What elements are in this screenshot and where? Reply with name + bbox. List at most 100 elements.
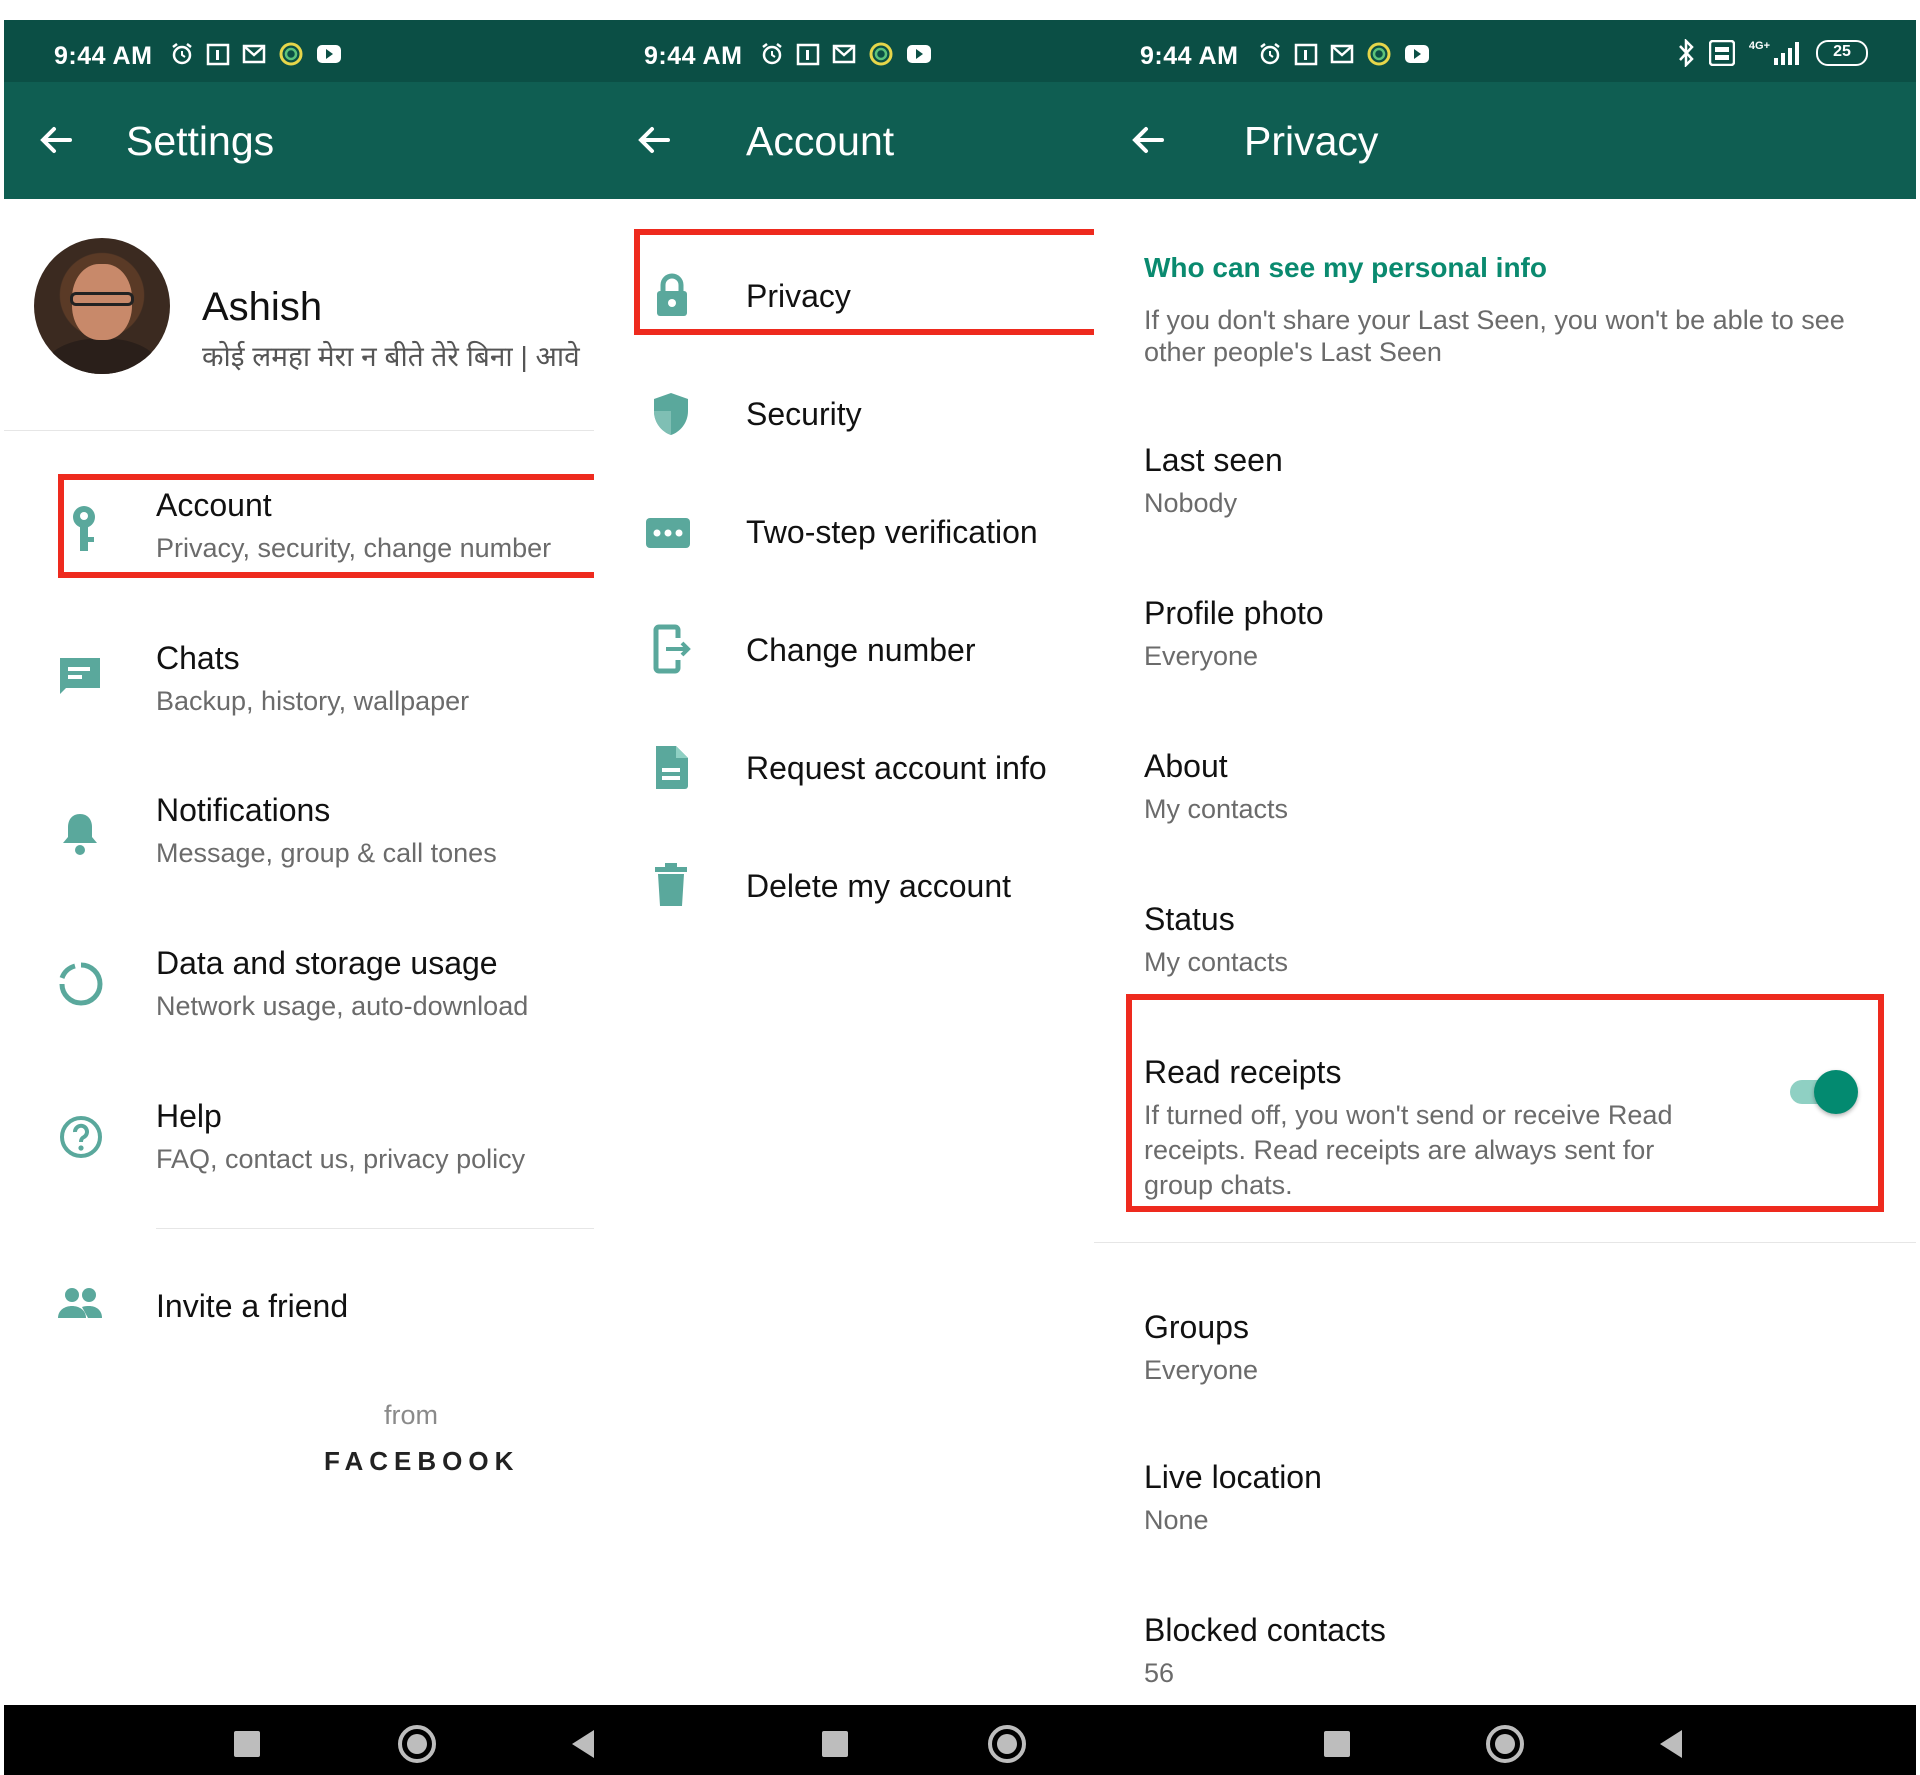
privacy-item-value: My contacts [1144, 794, 1289, 824]
youtube-icon [907, 45, 931, 63]
read-receipts-desc-line1: If turned off, you won't send or receive… [1144, 1100, 1673, 1130]
privacy-item-value: Everyone [1144, 641, 1259, 671]
settings-item-chats[interactable]: Chats Backup, history, wallpaper [4, 628, 594, 738]
avatar[interactable] [34, 238, 170, 374]
system-status-icons: 4G+ 25 [1677, 39, 1868, 67]
chat-icon [60, 658, 100, 694]
gmail-icon [1330, 44, 1354, 64]
account-item-label: Delete my account [746, 868, 1012, 904]
home-button[interactable] [1486, 1725, 1524, 1763]
privacy-item-last-seen[interactable]: Last seen Nobody [1094, 430, 1916, 550]
settings-item-sub: Privacy, security, change number [156, 533, 552, 563]
settings-item-invite[interactable]: Invite a friend [4, 1260, 594, 1360]
circle-app-icon [869, 42, 893, 66]
back-arrow-icon[interactable] [36, 120, 76, 160]
settings-item-sub: Message, group & call tones [156, 838, 497, 868]
privacy-item-about[interactable]: About My contacts [1094, 736, 1916, 856]
back-button[interactable] [572, 1730, 594, 1758]
signal-icon [1774, 42, 1799, 65]
account-item-label: Change number [746, 632, 976, 668]
signal-strength: 4G+ [1749, 40, 1802, 66]
people-icon [58, 1288, 102, 1318]
privacy-item-label: Live location [1144, 1459, 1322, 1495]
youtube-icon [317, 45, 341, 63]
recents-button[interactable] [822, 1731, 848, 1757]
gmail-icon [832, 44, 856, 64]
account-item-two-step[interactable]: Two-step verification [594, 484, 1094, 584]
nav-bar [1094, 1705, 1916, 1775]
account-screen: 9:44 AM Account Privacy Security Two-ste… [594, 20, 1094, 1775]
settings-item-sub: Network usage, auto-download [156, 991, 529, 1021]
back-arrow-icon[interactable] [634, 120, 674, 160]
settings-item-notifications[interactable]: Notifications Message, group & call tone… [4, 780, 594, 890]
calendar-icon [206, 43, 230, 66]
privacy-item-value: Nobody [1144, 488, 1238, 518]
volte-icon [1708, 40, 1735, 66]
home-button[interactable] [988, 1725, 1026, 1763]
divider [1094, 1242, 1916, 1243]
alarm-icon [1260, 43, 1280, 65]
account-item-delete[interactable]: Delete my account [594, 838, 1094, 938]
gmail-icon [242, 44, 266, 64]
settings-screen: 9:44 AM Settings Ashish कोई लमहा मेरा न … [4, 20, 594, 1775]
privacy-item-status[interactable]: Status My contacts [1094, 889, 1916, 1009]
battery-level: 25 [1833, 43, 1851, 60]
page-title: Account [746, 118, 895, 164]
app-bar: Settings [4, 82, 594, 199]
settings-item-label: Account [156, 487, 272, 523]
account-item-security[interactable]: Security [594, 366, 1094, 466]
privacy-item-blocked-contacts[interactable]: Blocked contacts 56 [1094, 1600, 1916, 1710]
settings-item-data-storage[interactable]: Data and storage usage Network usage, au… [4, 933, 594, 1043]
status-time: 9:44 AM [1140, 42, 1239, 70]
privacy-item-value: My contacts [1144, 947, 1289, 977]
bell-icon [63, 814, 97, 855]
calendar-icon [796, 43, 820, 66]
shield-icon [654, 393, 688, 435]
account-item-privacy[interactable]: Privacy [594, 248, 1094, 348]
account-item-label: Request account info [746, 750, 1047, 786]
profile-about: कोई लमहा मेरा न बीते तेरे बिना | आवे [202, 341, 580, 372]
section-desc-line1: If you don't share your Last Seen, you w… [1144, 305, 1845, 335]
privacy-item-read-receipts[interactable]: Read receipts If turned off, you won't s… [1094, 1042, 1916, 1222]
privacy-item-label: About [1144, 748, 1228, 784]
profile-name: Ashish [202, 285, 323, 329]
back-button[interactable] [1660, 1730, 1682, 1758]
account-item-label: Security [746, 396, 862, 432]
settings-item-help[interactable]: Help FAQ, contact us, privacy policy [4, 1086, 594, 1196]
privacy-item-live-location[interactable]: Live location None [1094, 1447, 1916, 1567]
status-bar: 9:44 AM [4, 20, 594, 82]
privacy-item-label: Status [1144, 901, 1235, 937]
account-item-change-number[interactable]: Change number [594, 602, 1094, 702]
trash-icon [655, 863, 687, 906]
read-receipts-label: Read receipts [1144, 1054, 1342, 1090]
nav-bar [594, 1705, 1094, 1775]
alarm-icon [172, 43, 192, 65]
privacy-item-value: Everyone [1144, 1355, 1259, 1385]
read-receipts-toggle[interactable] [1790, 1070, 1858, 1114]
back-arrow-icon[interactable] [1128, 120, 1168, 160]
read-receipts-desc-line3: group chats. [1144, 1170, 1293, 1200]
profile-row[interactable]: Ashish कोई लमहा मेरा न बीते तेरे बिना | … [4, 215, 594, 435]
status-time: 9:44 AM [54, 42, 153, 70]
app-bar: Privacy [1094, 82, 1916, 199]
help-icon [60, 1116, 102, 1158]
home-button[interactable] [398, 1725, 436, 1763]
settings-item-account[interactable]: Account Privacy, security, change number [4, 475, 594, 585]
facebook-brand: FACEBOOK [324, 1446, 520, 1476]
recents-button[interactable] [234, 1731, 260, 1757]
read-receipts-desc-line2: receipts. Read receipts are always sent … [1144, 1135, 1655, 1165]
page-title: Settings [126, 118, 275, 164]
settings-item-label: Invite a friend [156, 1288, 349, 1324]
key-icon [73, 506, 95, 551]
privacy-item-value: None [1144, 1505, 1209, 1535]
privacy-item-label: Groups [1144, 1309, 1249, 1345]
account-item-label: Two-step verification [746, 514, 1038, 550]
recents-button[interactable] [1324, 1731, 1350, 1757]
account-item-request-info[interactable]: Request account info [594, 720, 1094, 820]
privacy-item-profile-photo[interactable]: Profile photo Everyone [1094, 583, 1916, 703]
section-heading: Who can see my personal info [1144, 252, 1547, 283]
circle-app-icon [279, 42, 303, 66]
privacy-item-groups[interactable]: Groups Everyone [1094, 1297, 1916, 1417]
notification-icons [1258, 41, 1430, 67]
settings-item-label: Chats [156, 640, 240, 676]
